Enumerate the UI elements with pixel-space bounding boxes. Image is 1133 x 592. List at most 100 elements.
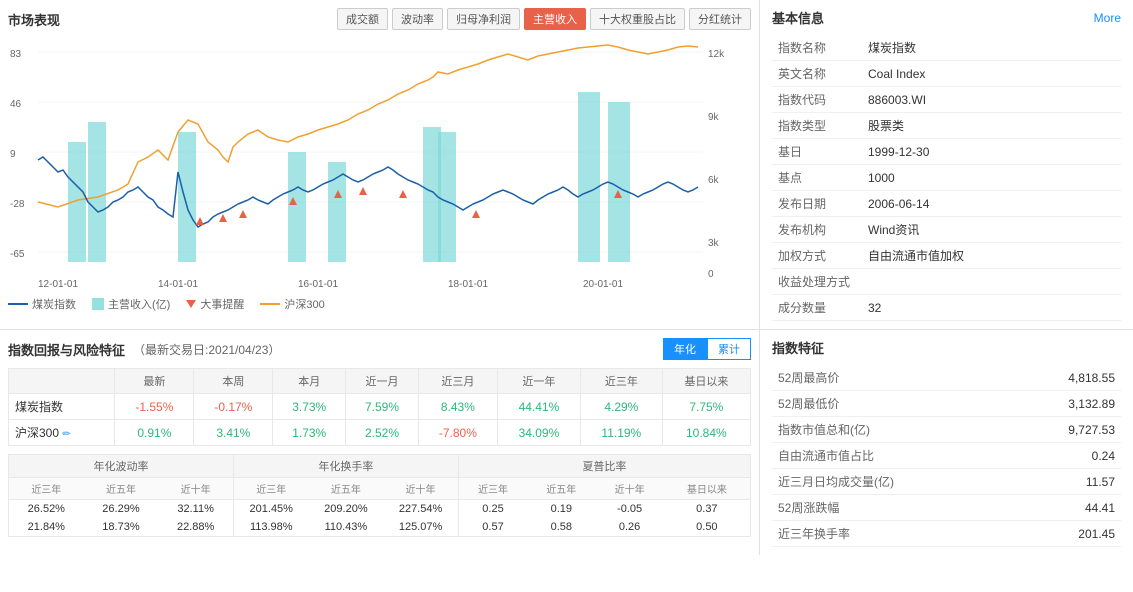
tab-shida[interactable]: 十大权重股占比 bbox=[590, 8, 685, 30]
info-header: 基本信息 More bbox=[772, 8, 1121, 27]
tab-chengjiaoe[interactable]: 成交额 bbox=[337, 8, 388, 30]
tab-zhuyingshouru[interactable]: 主营收入 bbox=[524, 8, 586, 30]
svg-text:20-01-01: 20-01-01 bbox=[583, 279, 623, 290]
vol-csi-5y: 18.73% bbox=[84, 518, 159, 536]
svg-text:46: 46 bbox=[10, 99, 22, 110]
volatility-header-row: 近三年 近五年 近十年 bbox=[9, 478, 233, 500]
info-row-type: 指数类型 股票类 bbox=[772, 113, 1121, 139]
csi300-week: 3.41% bbox=[194, 420, 273, 446]
col-month: 本月 bbox=[273, 369, 346, 394]
col-1m: 近一月 bbox=[346, 369, 419, 394]
char-value-low: 3,132.89 bbox=[1011, 391, 1121, 417]
info-label-code: 指数代码 bbox=[772, 87, 862, 113]
csi300-3m: -7.80% bbox=[418, 420, 497, 446]
to-coal-3y: 201.45% bbox=[234, 500, 309, 519]
toggle-cumulative[interactable]: 累计 bbox=[707, 338, 751, 360]
legend-coal-label: 煤炭指数 bbox=[32, 296, 76, 312]
turnover-table: 近三年 近五年 近十年 201.45% 209.20% 227.54% bbox=[234, 478, 458, 536]
svg-text:9: 9 bbox=[10, 149, 16, 160]
coal-month: 3.73% bbox=[273, 394, 346, 420]
csi300-name: 沪深300 ✏ bbox=[9, 420, 115, 446]
svg-text:3k: 3k bbox=[708, 238, 720, 249]
char-label-low: 52周最低价 bbox=[772, 391, 1011, 417]
info-row-basepoint: 基点 1000 bbox=[772, 165, 1121, 191]
return-table-header-row: 最新 本周 本月 近一月 近三月 近一年 近三年 基日以来 bbox=[9, 369, 751, 394]
more-link[interactable]: More bbox=[1094, 11, 1121, 25]
return-header: 指数回报与风险特征 （最新交易日:2021/04/23） 年化 累计 bbox=[8, 338, 751, 360]
col-week: 本周 bbox=[194, 369, 273, 394]
return-table: 最新 本周 本月 近一月 近三月 近一年 近三年 基日以来 煤炭指数 -1.55… bbox=[8, 368, 751, 446]
sp-col-base: 基日以来 bbox=[664, 478, 750, 500]
volatility-header: 年化波动率 bbox=[9, 455, 233, 478]
info-value-count: 32 bbox=[862, 295, 1121, 321]
row-csi300: 沪深300 ✏ 0.91% 3.41% 1.73% 2.52% -7.80% 3… bbox=[9, 420, 751, 446]
sharpe-table: 近三年 近五年 近十年 基日以来 0.25 0.19 -0.05 bbox=[459, 478, 750, 536]
coal-3m: 8.43% bbox=[418, 394, 497, 420]
tab-fenhong[interactable]: 分红统计 bbox=[689, 8, 751, 30]
char-row-high: 52周最高价 4,818.55 bbox=[772, 365, 1121, 391]
vol-csi-10y: 22.88% bbox=[158, 518, 233, 536]
coal-base: 7.75% bbox=[662, 394, 750, 420]
info-value-pubdate: 2006-06-14 bbox=[862, 191, 1121, 217]
col-name bbox=[9, 369, 115, 394]
coal-3y: 4.29% bbox=[580, 394, 662, 420]
char-value-freefloat: 0.24 bbox=[1011, 443, 1121, 469]
col-3m: 近三月 bbox=[418, 369, 497, 394]
sp-col-10y: 近十年 bbox=[595, 478, 663, 500]
chars-title: 指数特征 bbox=[772, 338, 1121, 357]
char-label-3yturnover: 近三年换手率 bbox=[772, 521, 1011, 547]
info-label-engname: 英文名称 bbox=[772, 61, 862, 87]
chart-tabs: 成交额 波动率 归母净利润 主营收入 十大权重股占比 分红统计 bbox=[337, 8, 751, 30]
sharpe-header-row: 近三年 近五年 近十年 基日以来 bbox=[459, 478, 750, 500]
info-title: 基本信息 bbox=[772, 8, 824, 27]
info-value-publisher: Wind资讯 bbox=[862, 217, 1121, 243]
char-value-52change: 44.41 bbox=[1011, 495, 1121, 521]
char-label-mktcap: 指数市值总和(亿) bbox=[772, 417, 1011, 443]
csi300-1y: 34.09% bbox=[497, 420, 580, 446]
vol-csi-3y: 21.84% bbox=[9, 518, 84, 536]
chars-table: 52周最高价 4,818.55 52周最低价 3,132.89 指数市值总和(亿… bbox=[772, 365, 1121, 547]
svg-text:12k: 12k bbox=[708, 49, 725, 60]
bottom-section: 指数回报与风险特征 （最新交易日:2021/04/23） 年化 累计 最新 本周… bbox=[0, 330, 1133, 555]
vol-row1: 26.52% 26.29% 32.11% bbox=[9, 500, 233, 519]
sp-coal-10y: -0.05 bbox=[595, 500, 663, 519]
coal-index-line-icon bbox=[8, 303, 28, 305]
char-label-avgvol: 近三月日均成交量(亿) bbox=[772, 469, 1011, 495]
tab-guimu[interactable]: 归母净利润 bbox=[447, 8, 520, 30]
info-area: 基本信息 More 指数名称 煤炭指数 英文名称 Coal Index 指数代码… bbox=[760, 0, 1133, 329]
to-row1: 201.45% 209.20% 227.54% bbox=[234, 500, 458, 519]
vol-coal-5y: 26.29% bbox=[84, 500, 159, 519]
vol-row2: 21.84% 18.73% 22.88% bbox=[9, 518, 233, 536]
char-value-avgvol: 11.57 bbox=[1011, 469, 1121, 495]
info-label-type: 指数类型 bbox=[772, 113, 862, 139]
svg-text:16-01-01: 16-01-01 bbox=[298, 279, 338, 290]
edit-icon[interactable]: ✏ bbox=[62, 429, 70, 440]
info-label-count: 成分数量 bbox=[772, 295, 862, 321]
sp-csi-5y: 0.58 bbox=[527, 518, 595, 536]
to-col-10y: 近十年 bbox=[383, 478, 458, 500]
coal-week: -0.17% bbox=[194, 394, 273, 420]
vol-coal-10y: 32.11% bbox=[158, 500, 233, 519]
return-date: （最新交易日:2021/04/23） bbox=[133, 341, 280, 358]
sp-coal-3y: 0.25 bbox=[459, 500, 527, 519]
sub-tables-container: 年化波动率 近三年 近五年 近十年 26.52% bbox=[8, 454, 751, 537]
info-row-weight: 加权方式 自由流通市值加权 bbox=[772, 243, 1121, 269]
coal-name: 煤炭指数 bbox=[9, 394, 115, 420]
char-label-52change: 52周涨跌幅 bbox=[772, 495, 1011, 521]
svg-text:9k: 9k bbox=[708, 112, 720, 123]
info-label-weight: 加权方式 bbox=[772, 243, 862, 269]
info-label-basepoint: 基点 bbox=[772, 165, 862, 191]
info-row-engname: 英文名称 Coal Index bbox=[772, 61, 1121, 87]
char-row-52change: 52周涨跌幅 44.41 bbox=[772, 495, 1121, 521]
sp-col-3y: 近三年 bbox=[459, 478, 527, 500]
toggle-annual[interactable]: 年化 bbox=[663, 338, 707, 360]
legend-coal-index: 煤炭指数 bbox=[8, 296, 76, 312]
tab-bodonglu[interactable]: 波动率 bbox=[392, 8, 443, 30]
char-row-avgvol: 近三月日均成交量(亿) 11.57 bbox=[772, 469, 1121, 495]
info-value-code: 886003.WI bbox=[862, 87, 1121, 113]
info-row-pubdate: 发布日期 2006-06-14 bbox=[772, 191, 1121, 217]
info-table: 指数名称 煤炭指数 英文名称 Coal Index 指数代码 886003.WI… bbox=[772, 35, 1121, 321]
svg-text:0: 0 bbox=[708, 269, 714, 280]
volatility-table: 近三年 近五年 近十年 26.52% 26.29% 32.11% bbox=[9, 478, 233, 536]
csi300-line-icon bbox=[260, 303, 280, 305]
